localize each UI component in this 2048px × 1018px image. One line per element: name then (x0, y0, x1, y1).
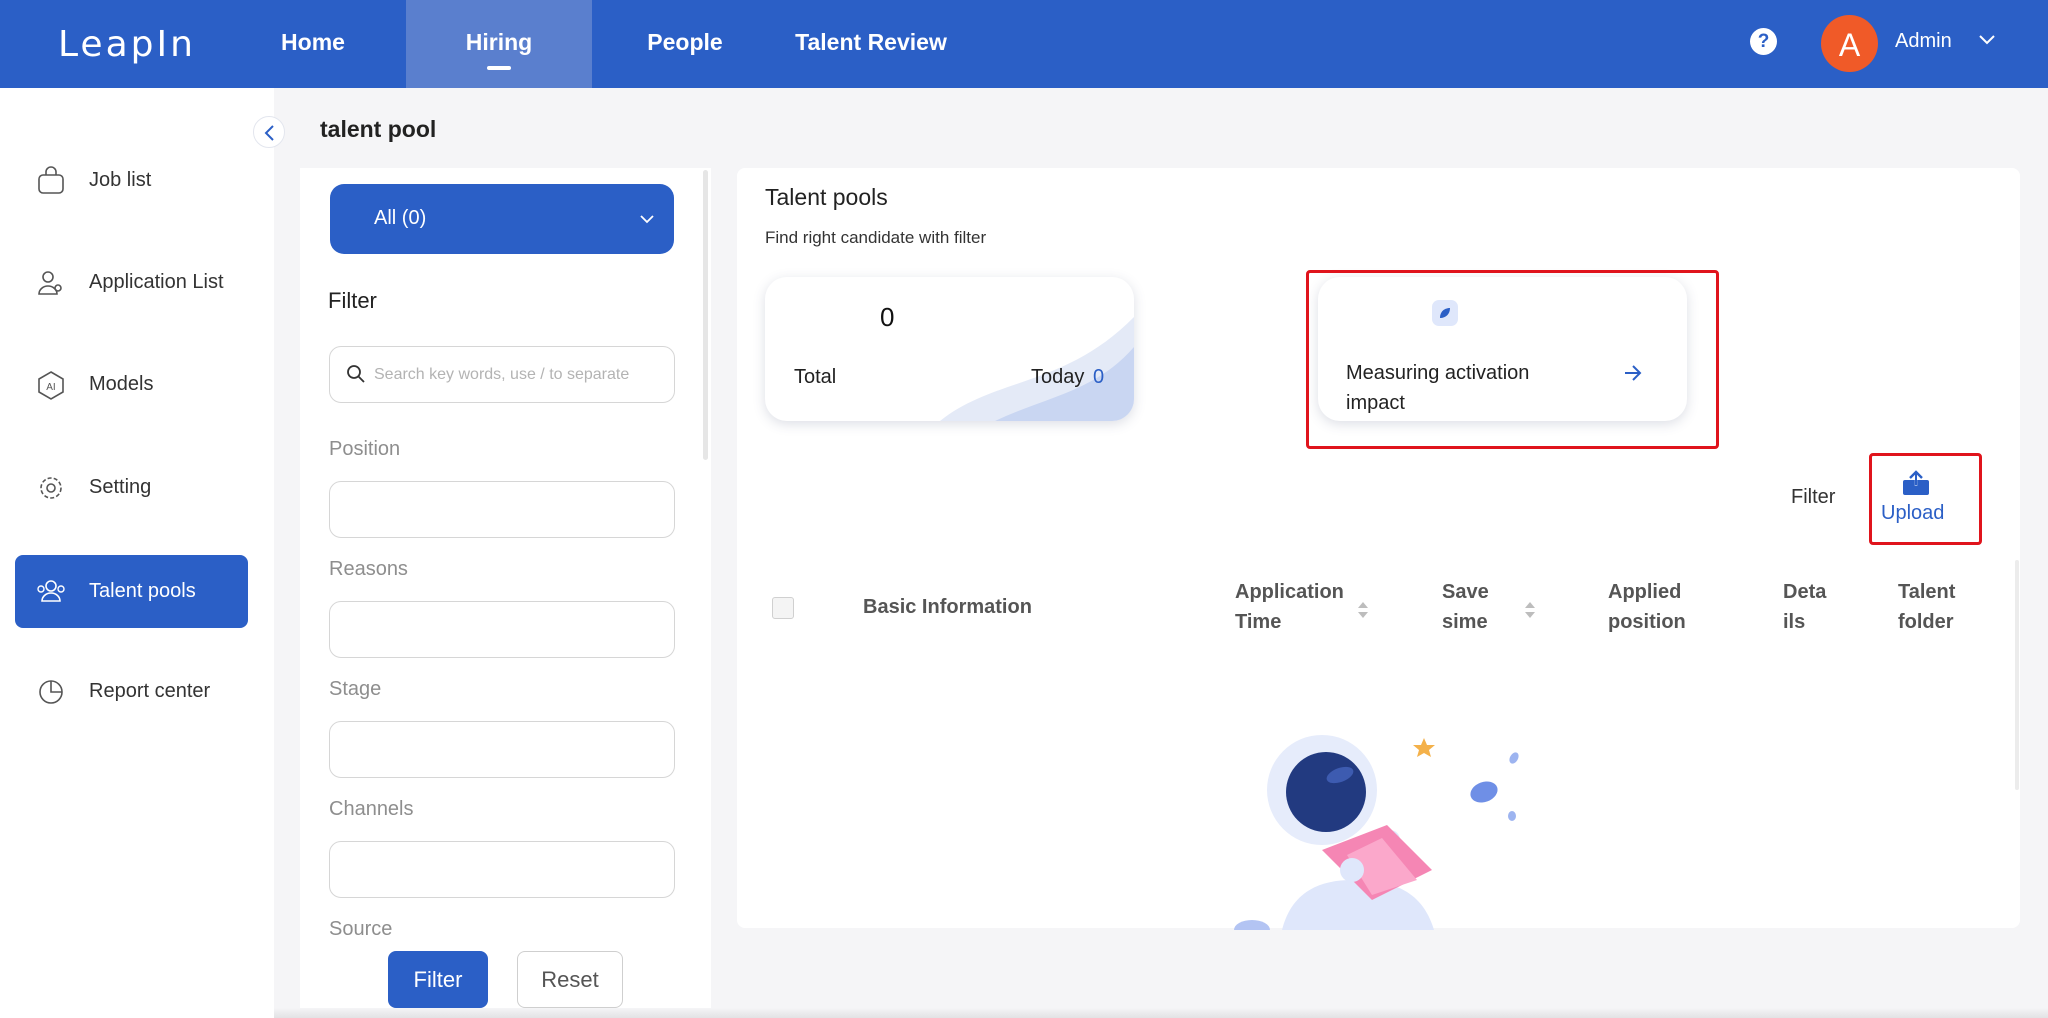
sidebar-item-label: Application List (89, 271, 224, 293)
sidebar-item-job-list[interactable]: Job list (15, 144, 248, 217)
gear-icon (40, 477, 62, 499)
filter-heading: Filter (328, 288, 377, 313)
empty-state-illustration (1234, 735, 1519, 930)
section-subtitle: Find right candidate with filter (765, 228, 987, 247)
apply-filter-button[interactable]: Filter (388, 951, 488, 1008)
section-title: Talent pools (765, 184, 888, 210)
talent-pool-icon (37, 580, 65, 602)
sidebar-item-label: Talent pools (89, 580, 196, 602)
active-nav-indicator (487, 66, 511, 70)
position-field[interactable] (329, 481, 675, 538)
reasons-field[interactable] (329, 601, 675, 658)
top-navigation-bar: LeapIn Home Hiring People Talent Review … (0, 0, 2048, 88)
highlight-box-upload (1869, 453, 1982, 545)
user-menu-label[interactable]: Admin (1895, 30, 1952, 53)
sidebar-item-label: Job list (89, 169, 152, 191)
position-label: Position (329, 438, 401, 460)
sidebar (0, 88, 274, 1018)
nav-home[interactable]: Home (259, 0, 367, 88)
sidebar-item-setting[interactable]: Setting (15, 451, 248, 524)
chevron-left-icon (264, 125, 274, 141)
nav-hiring-label: Hiring (465, 29, 533, 55)
highlight-box-measuring (1306, 270, 1719, 449)
sidebar-item-models[interactable]: AI Models (15, 348, 248, 421)
sort-icon[interactable] (1357, 600, 1369, 620)
sidebar-item-label: Report center (89, 680, 211, 702)
sidebar-item-label: Models (89, 373, 154, 395)
source-label: Source (329, 918, 393, 940)
briefcase-icon (38, 166, 64, 194)
reset-button[interactable]: Reset (517, 951, 623, 1008)
nav-hiring[interactable]: Hiring (406, 0, 592, 88)
selector-value: All (0) (374, 207, 427, 229)
avatar[interactable]: A (1821, 15, 1878, 72)
nav-talent-review[interactable]: Talent Review (780, 0, 962, 88)
column-basic-information: Basic Information (863, 596, 1032, 618)
sidebar-item-talent-pools[interactable]: Talent pools (15, 555, 248, 628)
card-wave-decoration (940, 317, 1134, 421)
column-talent-folder: Talent folder (1898, 581, 1956, 633)
stage-field[interactable] (329, 721, 675, 778)
column-save-time[interactable]: Save sime (1442, 577, 1502, 637)
column-application-time[interactable]: Application Time (1235, 577, 1375, 637)
users-icon (38, 271, 62, 295)
select-all-checkbox[interactable] (772, 597, 794, 619)
stats-card (765, 277, 1134, 421)
total-count: 0 (880, 302, 895, 332)
search-icon (347, 365, 365, 383)
chevron-down-icon[interactable] (1977, 30, 1997, 50)
page-bottom-shadow (274, 1008, 2048, 1018)
keyword-search-field[interactable] (329, 346, 675, 403)
filter-panel-scrollbar[interactable] (703, 170, 708, 460)
pie-chart-icon (39, 680, 63, 704)
channels-label: Channels (329, 798, 414, 820)
nav-people[interactable]: People (629, 0, 741, 88)
svg-text:AI: AI (46, 382, 55, 393)
ai-model-icon: AI (38, 371, 64, 400)
table-scrollbar[interactable] (2015, 560, 2019, 790)
column-applied-position: Applied position (1608, 581, 1686, 633)
app-logo[interactable]: LeapIn (58, 24, 196, 65)
search-input[interactable] (374, 359, 664, 391)
column-details: Deta ils (1783, 581, 1827, 633)
help-icon[interactable]: ? (1750, 28, 1777, 55)
chevron-down-icon (640, 215, 654, 224)
reasons-label: Reasons (329, 558, 408, 580)
collapse-sidebar-button[interactable] (253, 116, 285, 148)
table-filter-link[interactable]: Filter (1791, 486, 1835, 509)
page-title: talent pool (320, 116, 437, 142)
sidebar-item-label: Setting (89, 476, 152, 498)
today-label: Today (1031, 366, 1085, 388)
stage-label: Stage (329, 678, 382, 700)
today-count: 0 (1093, 366, 1105, 388)
sidebar-item-application-list[interactable]: Application List (15, 246, 248, 319)
sidebar-item-report-center[interactable]: Report center (15, 655, 248, 728)
sort-icon[interactable] (1524, 600, 1536, 620)
channels-field[interactable] (329, 841, 675, 898)
talent-pool-selector[interactable]: All (0) (330, 184, 674, 254)
total-label: Total (794, 366, 837, 388)
